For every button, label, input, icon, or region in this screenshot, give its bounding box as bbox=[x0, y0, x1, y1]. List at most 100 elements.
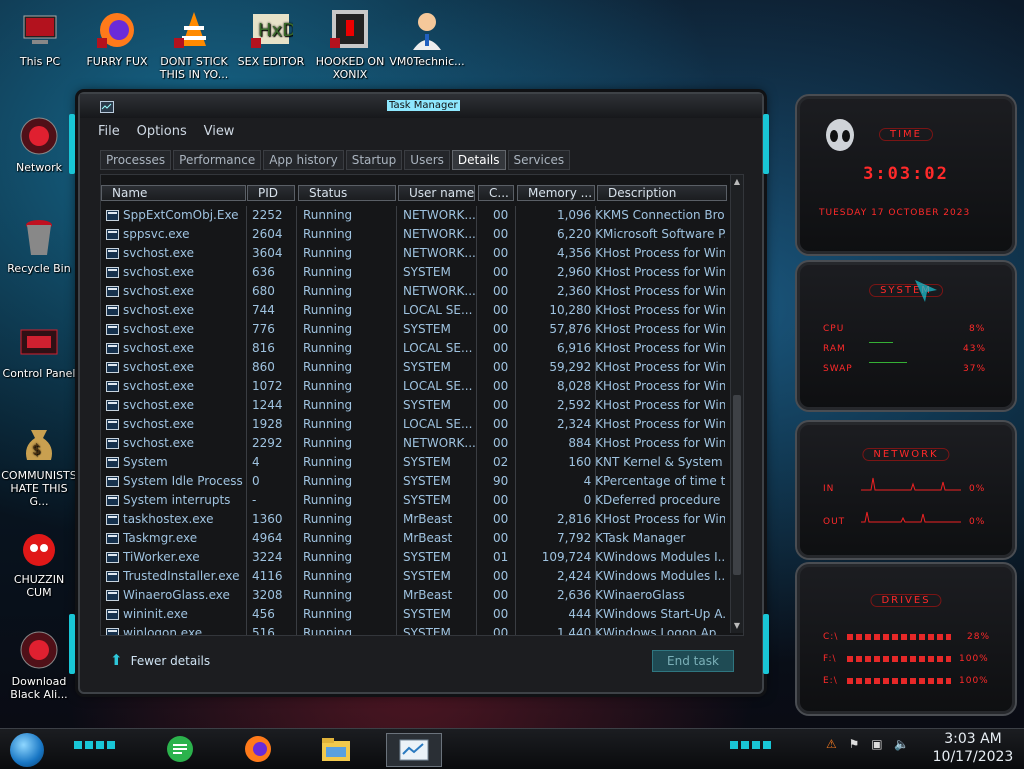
process-memory: 109,724 K bbox=[541, 550, 603, 564]
table-row[interactable]: svchost.exe 3604 Running NETWORK... 00 4,356 … bbox=[101, 244, 731, 263]
column-header-cpu[interactable]: C... bbox=[478, 185, 514, 201]
column-header-name[interactable]: Name bbox=[101, 185, 246, 201]
process-icon bbox=[106, 571, 119, 582]
process-cpu: 00 bbox=[493, 607, 509, 621]
network-icon[interactable]: ▣ bbox=[871, 737, 882, 751]
menu-options[interactable]: Options bbox=[137, 124, 187, 139]
window-frame-accent bbox=[69, 614, 75, 674]
desktop-icon-dont-stick[interactable]: DONT STICK THIS IN YO... bbox=[156, 8, 232, 81]
table-row[interactable]: svchost.exe 680 Running NETWORK... 00 2,360 K… bbox=[101, 282, 731, 301]
desktop-icon-communists[interactable]: $ COMMUNISTS HATE THIS G... bbox=[1, 422, 77, 508]
taskbar-app-task-manager[interactable] bbox=[386, 733, 442, 767]
table-row[interactable]: svchost.exe 1244 Running SYSTEM 00 2,592 K Hos… bbox=[101, 396, 731, 415]
start-orb-button[interactable] bbox=[10, 733, 44, 767]
tab-details[interactable]: Details bbox=[451, 150, 506, 170]
process-pid: 2252 bbox=[252, 208, 283, 222]
table-row[interactable]: SppExtComObj.Exe 2252 Running NETWORK... 00 1… bbox=[101, 206, 731, 225]
taskbar-clock[interactable]: 3:03 AM 10/17/2023 bbox=[930, 730, 1016, 766]
column-header-status[interactable]: Status bbox=[298, 185, 396, 201]
tab-processes[interactable]: Processes bbox=[100, 150, 172, 170]
tab-startup[interactable]: Startup bbox=[345, 150, 403, 170]
end-task-button[interactable]: End task bbox=[652, 650, 734, 672]
table-row[interactable]: wininit.exe 456 Running SYSTEM 00 444 K Window… bbox=[101, 605, 731, 624]
table-row[interactable]: WinaeroGlass.exe 3208 Running MrBeast 00 2,63… bbox=[101, 586, 731, 605]
table-row[interactable]: taskhostex.exe 1360 Running MrBeast 00 2,816 … bbox=[101, 510, 731, 529]
process-pid: 4964 bbox=[252, 531, 283, 545]
process-status: Running bbox=[303, 303, 353, 317]
menu-view[interactable]: View bbox=[204, 124, 235, 139]
table-row[interactable]: svchost.exe 860 Running SYSTEM 00 59,292 K Hos… bbox=[101, 358, 731, 377]
table-row[interactable]: svchost.exe 2292 Running NETWORK... 00 884 KH… bbox=[101, 434, 731, 453]
process-user: NETWORK... bbox=[403, 208, 475, 222]
process-user: SYSTEM bbox=[403, 474, 451, 488]
table-row[interactable]: System Idle Process 0 Running SYSTEM 90 4 K Pe… bbox=[101, 472, 731, 491]
process-icon bbox=[106, 286, 119, 297]
process-icon bbox=[106, 381, 119, 392]
volume-icon[interactable]: 🔈 bbox=[894, 737, 909, 751]
process-status: Running bbox=[303, 531, 353, 545]
table-row[interactable]: svchost.exe 816 Running LOCAL SE... 00 6,916 … bbox=[101, 339, 731, 358]
menu-file[interactable]: File bbox=[98, 124, 120, 139]
process-user: LOCAL SE... bbox=[403, 379, 473, 393]
process-name: TiWorker.exe bbox=[123, 550, 200, 564]
process-icon bbox=[106, 229, 119, 240]
cpu-value: 8% bbox=[969, 324, 986, 334]
widget-clock: 3:03:02 bbox=[863, 164, 949, 184]
desktop-icon-this-pc[interactable]: This PC bbox=[2, 8, 78, 68]
task-manager-app-icon[interactable] bbox=[100, 101, 114, 113]
column-header-memory[interactable]: Memory ... bbox=[517, 185, 595, 201]
process-status: Running bbox=[303, 474, 353, 488]
process-status: Running bbox=[303, 550, 353, 564]
desktop-icon-control-panel[interactable]: Control Panel bbox=[1, 320, 77, 380]
scrollbar-thumb[interactable] bbox=[733, 395, 741, 575]
vertical-scrollbar[interactable]: ▲ ▼ bbox=[730, 175, 743, 633]
process-user: SYSTEM bbox=[403, 398, 451, 412]
process-memory: 2,816 K bbox=[556, 512, 603, 526]
table-row[interactable]: svchost.exe 1928 Running LOCAL SE... 00 2,324… bbox=[101, 415, 731, 434]
desktop-icon-download-black[interactable]: Download Black Ali... bbox=[1, 628, 77, 701]
desktop-icon-network[interactable]: Network bbox=[1, 114, 77, 174]
column-header-user-name[interactable]: User name bbox=[398, 185, 475, 201]
tab-app-history[interactable]: App history bbox=[263, 150, 344, 170]
process-icon bbox=[106, 267, 119, 278]
flag-icon[interactable]: ⚑ bbox=[849, 737, 860, 751]
process-description: Host Process for Win... bbox=[603, 246, 725, 260]
scroll-down-arrow-icon[interactable]: ▼ bbox=[733, 621, 741, 631]
column-header-pid[interactable]: PID bbox=[247, 185, 295, 201]
desktop-icon-recycle-bin[interactable]: Recycle Bin bbox=[1, 215, 77, 275]
scroll-up-arrow-icon[interactable]: ▲ bbox=[733, 177, 741, 187]
table-row[interactable]: svchost.exe 744 Running LOCAL SE... 00 10,280… bbox=[101, 301, 731, 320]
net-in-label: IN bbox=[823, 484, 835, 494]
table-row[interactable]: svchost.exe 636 Running SYSTEM 00 2,960 K Host… bbox=[101, 263, 731, 282]
desktop-icon-furry-fux[interactable]: FURRY FUX bbox=[79, 8, 155, 68]
taskbar-app-feedly[interactable] bbox=[160, 733, 200, 765]
process-description: Host Process for Win... bbox=[603, 341, 725, 355]
process-name: System bbox=[123, 455, 168, 469]
table-row[interactable]: svchost.exe 1072 Running LOCAL SE... 00 8,028… bbox=[101, 377, 731, 396]
desktop-icon-hooked-on-xonix[interactable]: HOOKED ON XONIX bbox=[312, 8, 388, 81]
tab-users[interactable]: Users bbox=[404, 150, 450, 170]
table-row[interactable]: System interrupts - Running SYSTEM 00 0 K Defe… bbox=[101, 491, 731, 510]
column-header-description[interactable]: Description bbox=[597, 185, 727, 201]
update-icon[interactable]: ⚠ bbox=[826, 737, 837, 751]
process-memory: 160 K bbox=[568, 455, 603, 469]
table-row[interactable]: TiWorker.exe 3224 Running SYSTEM 01 109,724 K… bbox=[101, 548, 731, 567]
taskbar-app-firefox[interactable] bbox=[238, 733, 278, 765]
tab-services[interactable]: Services bbox=[507, 150, 571, 170]
table-row[interactable]: Taskmgr.exe 4964 Running MrBeast 00 7,792 K Ta… bbox=[101, 529, 731, 548]
desktop-icon-vm0technic[interactable]: VM0Technic... bbox=[389, 8, 465, 68]
taskbar: ⚠ ⚑ ▣ 🔈 3:03 AM 10/17/2023 bbox=[0, 728, 1024, 769]
process-memory: 2,360 K bbox=[556, 284, 603, 298]
title-bar[interactable]: Task Manager bbox=[80, 94, 762, 118]
desktop-icon-chuzzin[interactable]: CHUZZIN CUM bbox=[1, 526, 77, 599]
table-row[interactable]: winlogon.exe 516 Running SYSTEM 00 1,440 K Win… bbox=[101, 624, 731, 635]
table-row[interactable]: TrustedInstaller.exe 4116 Running SYSTEM 00 2… bbox=[101, 567, 731, 586]
table-row[interactable]: System 4 Running SYSTEM 02 160 K NT Kernel & S… bbox=[101, 453, 731, 472]
taskbar-app-explorer[interactable] bbox=[316, 733, 356, 765]
desktop-icon-sex-editor[interactable]: HxD SEX EDITOR bbox=[233, 8, 309, 68]
tab-performance[interactable]: Performance bbox=[173, 150, 262, 170]
table-row[interactable]: sppsvc.exe 2604 Running NETWORK... 00 6,220 K… bbox=[101, 225, 731, 244]
fewer-details-link[interactable]: ⬆ Fewer details bbox=[110, 651, 210, 669]
process-user: LOCAL SE... bbox=[403, 417, 473, 431]
table-row[interactable]: svchost.exe 776 Running SYSTEM 00 57,876 K Hos… bbox=[101, 320, 731, 339]
